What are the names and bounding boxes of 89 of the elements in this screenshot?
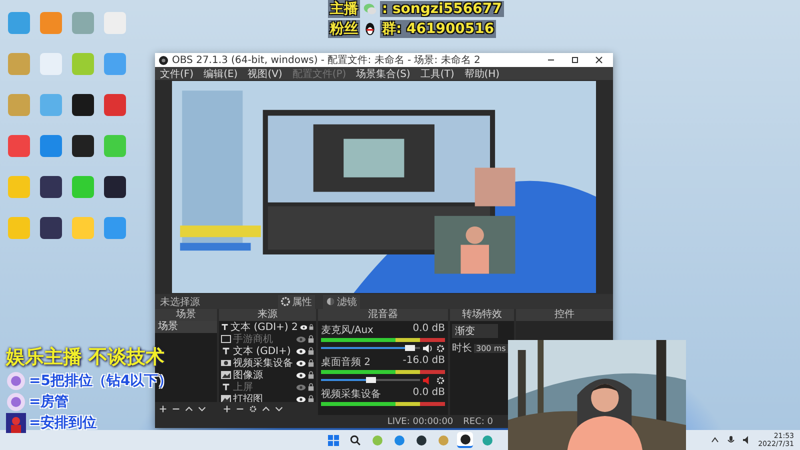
text-icon xyxy=(221,323,229,331)
channel-name: 视频采集设备 xyxy=(321,388,381,401)
channel-reading: 0.0 dB xyxy=(412,387,445,400)
app-icon xyxy=(372,434,382,446)
duration-field[interactable]: 300 ms xyxy=(474,344,508,352)
eye-icon[interactable] xyxy=(296,372,306,378)
scene-item[interactable]: 场景 xyxy=(155,321,217,333)
mic-icon[interactable] xyxy=(726,435,736,445)
source-item[interactable]: 上屏 xyxy=(233,380,294,394)
source-item[interactable]: 文本 (GDI+) xyxy=(233,344,294,358)
lock-icon[interactable] xyxy=(308,371,314,379)
penguin-icon xyxy=(363,22,377,36)
menu-item[interactable]: 工具(T) xyxy=(420,66,454,80)
lock-icon[interactable] xyxy=(309,323,314,331)
rank-badge-icon xyxy=(6,392,26,412)
lock-icon[interactable] xyxy=(308,347,314,355)
channel-reading: -16.0 dB xyxy=(402,355,445,368)
app-icon[interactable] xyxy=(72,94,94,116)
app-icon xyxy=(438,434,448,446)
transition-dropdown[interactable]: 渐变 xyxy=(452,324,498,338)
menu-item[interactable]: 编辑(E) xyxy=(204,66,238,80)
dock-header: 转场特效 xyxy=(450,309,514,321)
lock-icon[interactable] xyxy=(308,359,314,367)
settings-icon xyxy=(281,297,290,306)
info-value: 群: 461900516 xyxy=(380,20,496,38)
settings-icon[interactable] xyxy=(436,344,445,352)
close-icon[interactable] xyxy=(594,55,604,65)
source-item[interactable]: 视频采集设备 xyxy=(233,356,294,370)
text-icon xyxy=(221,347,231,355)
menu-item[interactable]: 帮助(H) xyxy=(464,66,500,80)
app-icon xyxy=(482,434,492,446)
filter-icon xyxy=(326,297,335,306)
eye-icon[interactable] xyxy=(296,396,306,402)
no-source-label: 未选择源 xyxy=(160,296,200,308)
menu-item[interactable]: 视图(V) xyxy=(248,66,282,80)
channel-reading: 0.0 dB xyxy=(412,323,445,336)
settings-icon[interactable] xyxy=(436,376,445,384)
duration-label: 时长 xyxy=(452,342,472,355)
lock-icon[interactable] xyxy=(308,335,314,343)
maximize-icon[interactable] xyxy=(570,55,580,65)
app-icon[interactable] xyxy=(104,176,126,198)
app-icon[interactable] xyxy=(40,217,62,239)
lock-icon[interactable] xyxy=(308,383,314,391)
status-text: REC: 0 xyxy=(463,416,493,426)
status-text: LIVE: 00:00:00 xyxy=(387,416,454,426)
app-icon xyxy=(394,434,404,446)
app-logo-icon xyxy=(159,56,168,64)
info-value: : songzi556677 xyxy=(380,1,504,17)
menu-item[interactable]: 场景集合(S) xyxy=(356,66,410,80)
toolbar-button[interactable]: 滤镜 xyxy=(323,294,360,308)
window-title: OBS 27.1.3 (64-bit, windows) - 配置文件: 未命名 - 场景: 未命名 2 xyxy=(172,54,482,67)
search-icon xyxy=(350,434,360,446)
eye-icon[interactable] xyxy=(296,360,306,366)
add-icon[interactable] xyxy=(159,404,167,412)
promo-rule: =安排到位 xyxy=(29,414,97,432)
source-item[interactable]: 图像源 xyxy=(233,368,294,382)
camera-icon xyxy=(221,359,231,367)
dock-header: 混音器 xyxy=(318,309,448,321)
menu-item[interactable]: 文件(F) xyxy=(160,66,194,80)
windows-icon xyxy=(328,434,338,446)
promo-rule: =房管 xyxy=(29,393,69,411)
caret-icon[interactable] xyxy=(710,435,720,445)
speaker-icon[interactable] xyxy=(423,344,433,352)
source-item[interactable]: 手游商机 xyxy=(233,332,294,346)
text-icon xyxy=(221,383,231,391)
add-icon[interactable] xyxy=(223,404,231,412)
eye-icon[interactable] xyxy=(296,348,306,354)
lock-icon[interactable] xyxy=(308,395,314,403)
settings-icon[interactable] xyxy=(249,404,257,412)
window-icon xyxy=(221,335,231,343)
app-icon[interactable] xyxy=(40,176,62,198)
source-item[interactable]: 文本 (GDI+) 2 xyxy=(230,320,298,334)
dock-header: 场景 xyxy=(155,309,217,321)
taskbar-button[interactable] xyxy=(457,432,473,448)
toolbar-button[interactable]: 属性 xyxy=(278,294,315,308)
app-icon[interactable] xyxy=(72,135,94,157)
channel-name: 麦克风/Aux xyxy=(321,324,374,337)
app-icon xyxy=(460,434,470,444)
info-label: 主播 xyxy=(328,0,360,18)
image-icon xyxy=(221,371,231,379)
chat-bubble-icon xyxy=(363,2,377,16)
rank-badge-icon xyxy=(6,371,26,391)
avatar-icon xyxy=(6,413,26,433)
channel-name: 桌面音频 2 xyxy=(321,356,371,369)
info-label: 粉丝 xyxy=(328,20,360,38)
eye-icon[interactable] xyxy=(300,324,308,330)
dock-header: 来源 xyxy=(219,309,316,321)
app-icon xyxy=(416,434,426,446)
dock-header: 控件 xyxy=(516,309,613,321)
